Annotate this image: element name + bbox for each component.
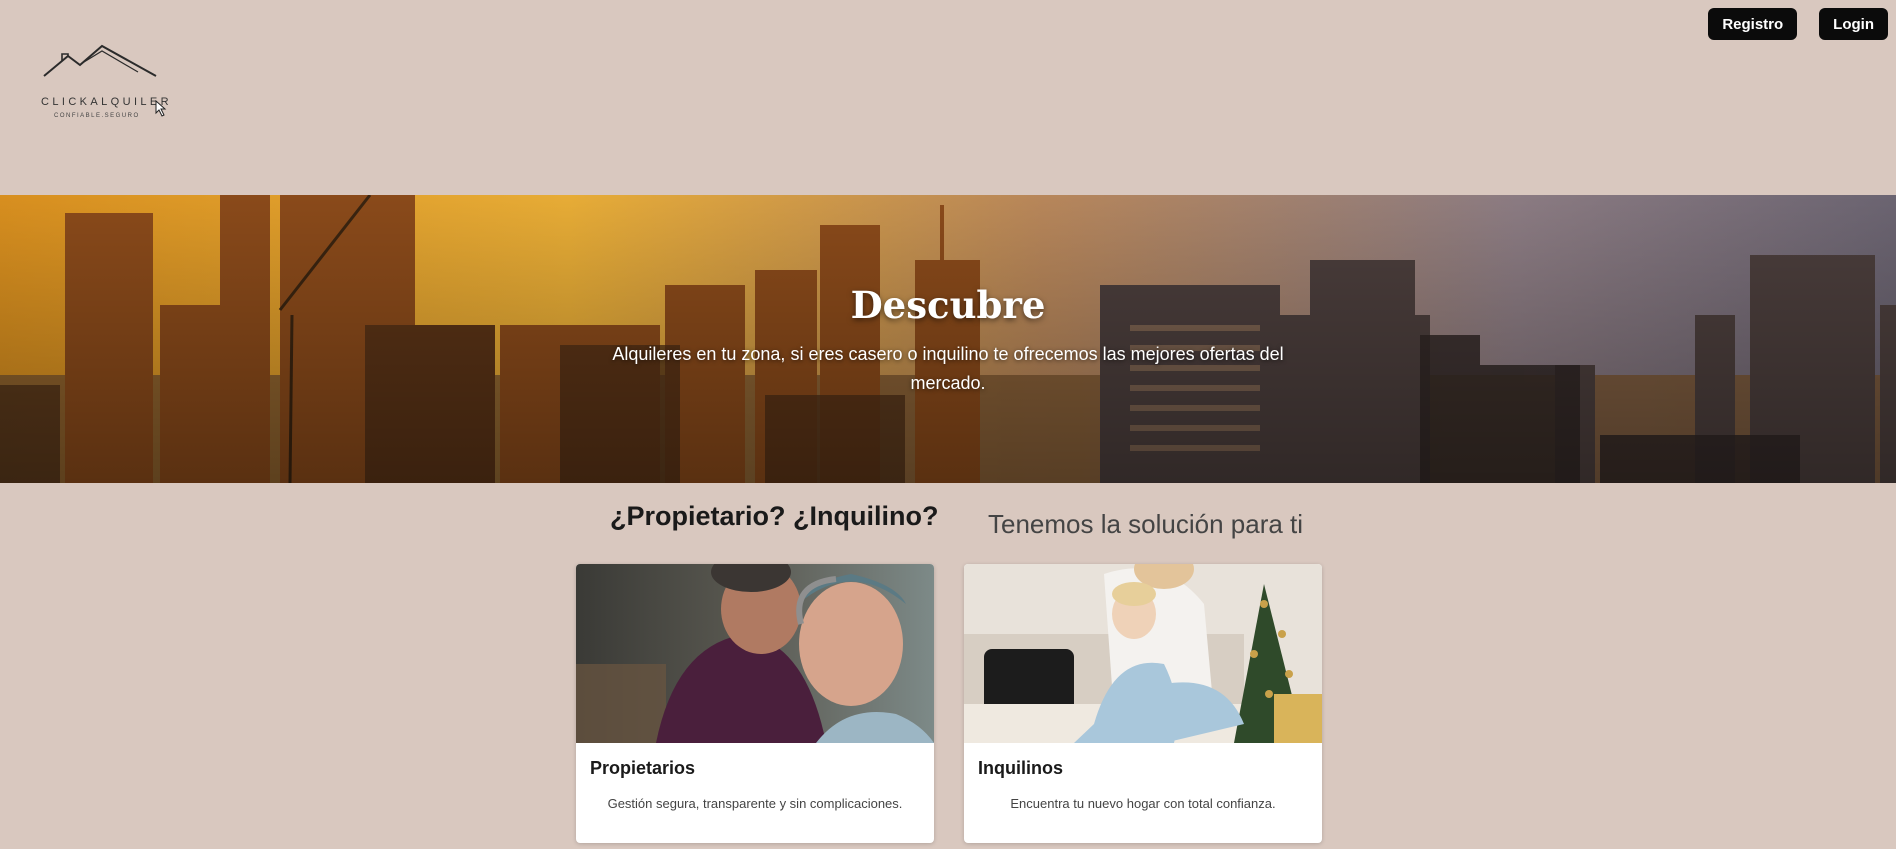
hero-subtitle: Alquileres en tu zona, si eres casero o … xyxy=(612,344,1284,393)
card-title-inquilinos: Inquilinos xyxy=(978,758,1063,778)
site-logo[interactable]: CLICKALQUILER CONFIABLE.SEGURO xyxy=(38,40,178,126)
hero-banner: Descubre Alquileres en tu zona, si eres … xyxy=(0,195,1896,483)
header-actions: Registro Login xyxy=(1708,8,1888,40)
card-propietarios[interactable]: Propietarios Gestión segura, transparent… xyxy=(576,564,934,843)
city-skyline-image xyxy=(0,195,1896,483)
section-subheading: Tenemos la solución para ti xyxy=(988,509,1304,539)
card-text-propietarios: Gestión segura, transparente y sin compl… xyxy=(607,796,903,811)
logo-wordmark: CLICKALQUILER xyxy=(41,96,173,108)
logo-tagline: CONFIABLE.SEGURO xyxy=(54,113,140,119)
couple-photo xyxy=(576,564,934,743)
card-text-inquilinos: Encuentra tu nuevo hogar con total confi… xyxy=(1010,796,1276,811)
house-roof-icon xyxy=(43,44,157,77)
login-button[interactable]: Login xyxy=(1819,8,1888,40)
cursor-pointer-icon xyxy=(155,100,167,117)
card-inquilinos[interactable]: Inquilinos Encuentra tu nuevo hogar con … xyxy=(964,564,1322,843)
section-heading: ¿Propietario? ¿Inquilino? xyxy=(610,501,939,531)
register-button[interactable]: Registro xyxy=(1708,8,1798,40)
family-photo xyxy=(964,564,1322,743)
hero-title: Descubre xyxy=(850,283,1046,327)
card-title-propietarios: Propietarios xyxy=(590,758,696,778)
